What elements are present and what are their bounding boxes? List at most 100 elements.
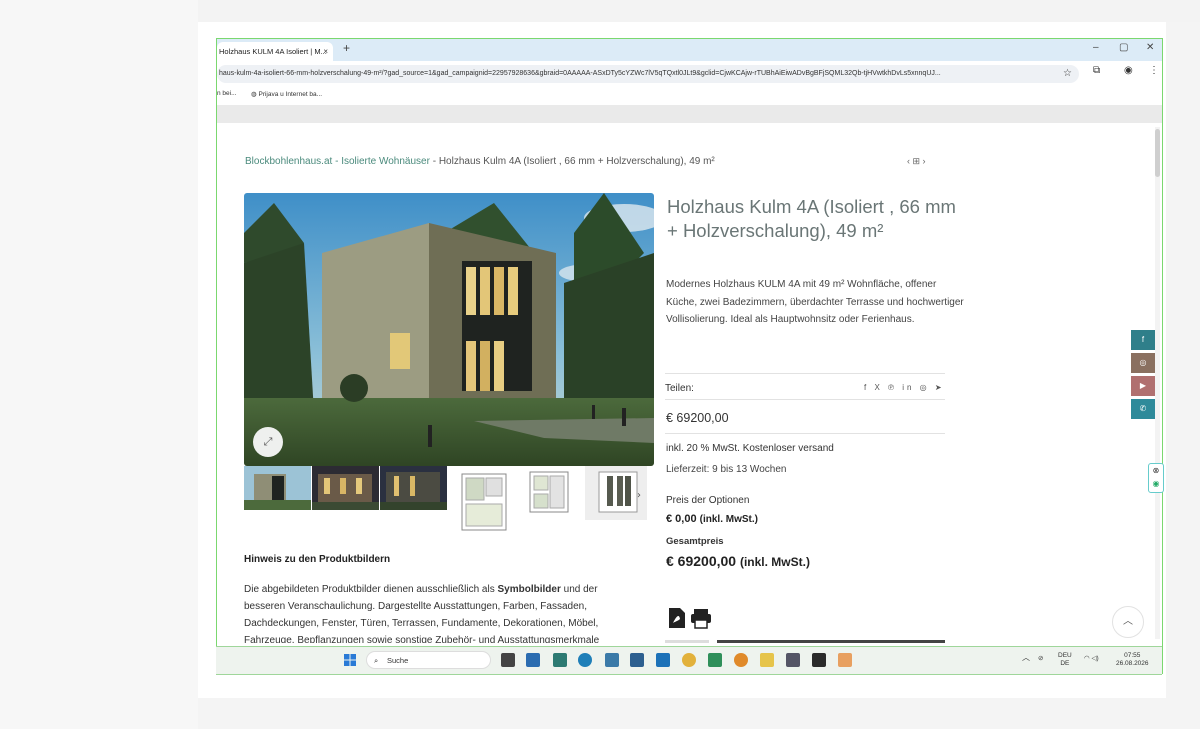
breadcrumb-category-link[interactable]: Isolierte Wohnäuser — [341, 156, 430, 167]
close-icon[interactable]: ⊗ — [1149, 464, 1163, 477]
share-icons: f X ℗ in ◎ ➤ — [864, 383, 945, 392]
scrollbar-thumb[interactable] — [1155, 129, 1160, 177]
page-scrollbar[interactable] — [1155, 127, 1160, 639]
divider — [665, 373, 945, 374]
network-icon[interactable]: ⊘ — [1038, 655, 1043, 663]
clock-time: 07:55 — [1124, 652, 1141, 659]
tab-close-icon[interactable]: × — [323, 42, 328, 61]
windows-taskbar: ⌕ Suche ︿ ⊘ DEU DE ◠ ◁) 07:55 26.08.2026 — [216, 646, 1162, 675]
tray-chevron-icon[interactable]: ︿ — [1022, 654, 1030, 662]
thumbnail-5-floorplan[interactable] — [516, 466, 583, 526]
document-actions — [667, 607, 719, 634]
clock-date: 26.08.2026 — [1116, 660, 1149, 667]
options-price: € 0,00 (inkl. MwSt.) — [666, 513, 758, 525]
folder-icon[interactable] — [760, 653, 774, 667]
page-top-strip — [217, 105, 1162, 123]
breadcrumb-separator: - — [332, 156, 342, 167]
hint-title: Hinweis zu den Produktbildern — [244, 554, 391, 565]
address-bar[interactable]: haus-kulm-4a-isoliert-66-mm-holzverschal… — [217, 65, 1079, 83]
total-price: € 69200,00 (inkl. MwSt.) — [666, 553, 810, 569]
linkedin-share-icon[interactable]: in — [902, 383, 914, 392]
pdf-and-print-icons[interactable] — [667, 607, 719, 629]
instagram-side-icon[interactable]: ◎ — [1131, 353, 1155, 373]
product-main-image[interactable] — [244, 193, 654, 466]
clock[interactable]: 07:55 26.08.2026 — [1116, 652, 1149, 668]
maximize-button[interactable]: ▢ — [1119, 42, 1128, 53]
search-label: Suche — [387, 656, 409, 665]
product-nav-arrows[interactable]: ‹ ⊞ › — [907, 156, 926, 167]
monitor-app-icon[interactable] — [605, 653, 619, 667]
tab-bar: Holzhaus KULM 4A Isoliert | M... × + – ▢… — [217, 39, 1162, 61]
extensions-icon[interactable]: ⧉ — [1093, 65, 1100, 76]
divider — [665, 399, 945, 400]
product-description: Modernes Holzhaus KULM 4A mit 49 m² Wohn… — [666, 279, 964, 325]
browser-window: Holzhaus KULM 4A Isoliert | M... × + – ▢… — [216, 38, 1163, 674]
tab-title: Holzhaus KULM 4A Isoliert | M... — [219, 47, 327, 56]
widget-icon[interactable]: ◉ — [1149, 477, 1163, 490]
thumbnail-1[interactable] — [244, 466, 311, 510]
product-title: Holzhaus Kulm 4A (Isoliert , 66 mm + Hol… — [667, 196, 956, 241]
total-price-label: Gesamtpreis — [666, 536, 724, 547]
x-share-icon[interactable]: X — [874, 383, 882, 392]
edge-icon[interactable] — [578, 653, 592, 667]
wifi-volume-icons[interactable]: ◠ ◁) — [1084, 655, 1099, 663]
divider — [665, 433, 945, 434]
bookmark-star-icon[interactable]: ☆ — [1063, 65, 1072, 83]
minimize-button[interactable]: – — [1093, 42, 1099, 53]
hint-text-start: Die abgebildeten Produktbilder dienen au… — [244, 584, 498, 595]
pinterest-share-icon[interactable]: ℗ — [888, 383, 897, 392]
teams-icon[interactable] — [526, 653, 540, 667]
total-price-value: € 69200,00 — [666, 553, 737, 569]
firefox-icon[interactable] — [734, 653, 748, 667]
windows-start-icon[interactable] — [344, 654, 356, 666]
breadcrumb-separator: - — [429, 156, 439, 167]
excel-icon[interactable] — [708, 653, 722, 667]
telegram-share-icon[interactable]: ➤ — [935, 383, 945, 392]
lang-layout: DE — [1060, 660, 1070, 667]
bookmarks-bar: n bei... ◍ Prijava u Internet ba... — [217, 87, 1162, 103]
address-row: haus-kulm-4a-isoliert-66-mm-holzverschal… — [217, 61, 1162, 87]
youtube-side-icon[interactable]: ▶ — [1131, 376, 1155, 396]
scan-margin-left — [0, 0, 198, 729]
floating-widget[interactable]: ⊗ ◉ — [1148, 463, 1164, 493]
profile-icon[interactable]: ◉ — [1124, 65, 1133, 76]
thumbnail-2[interactable] — [312, 466, 379, 510]
scroll-to-top-button[interactable]: ︿ — [1112, 606, 1144, 638]
product-price: € 69200,00 — [666, 411, 729, 425]
app-icon[interactable] — [553, 653, 567, 667]
language-indicator[interactable]: DEU DE — [1058, 652, 1072, 668]
total-price-suffix: (inkl. MwSt.) — [739, 555, 810, 569]
thumbnail-4-floorplan[interactable] — [448, 466, 515, 536]
facebook-side-icon[interactable]: f — [1131, 330, 1155, 350]
search-icon: ⌕ — [374, 656, 379, 665]
app-icon[interactable] — [838, 653, 852, 667]
task-view-icon[interactable] — [501, 653, 515, 667]
browser-tab[interactable]: Holzhaus KULM 4A Isoliert | M... × — [217, 42, 333, 61]
breadcrumb-home-link[interactable]: Blockbohlenhaus.at — [245, 156, 332, 167]
app-icon[interactable] — [630, 653, 644, 667]
app-icon[interactable] — [786, 653, 800, 667]
bookmark-item[interactable]: n bei... — [217, 90, 237, 97]
hint-text-bold: Symbolbilder — [497, 584, 561, 595]
whatsapp-share-icon[interactable]: ◎ — [920, 383, 930, 392]
new-tab-button[interactable]: + — [343, 41, 350, 55]
breadcrumb: Blockbohlenhaus.at - Isolierte Wohnäuser… — [245, 156, 715, 167]
breadcrumb-current: Holzhaus Kulm 4A (Isoliert , 66 mm + Hol… — [438, 156, 715, 167]
hint-text: Die abgebildeten Produktbilder dienen au… — [244, 581, 624, 643]
tax-info: inkl. 20 % MwSt. Kostenloser versand — [666, 443, 834, 454]
chrome-icon[interactable] — [682, 653, 696, 667]
bookmark-item[interactable]: ◍ Prijava u Internet ba... — [251, 90, 322, 98]
lang-code: DEU — [1058, 652, 1072, 659]
whatsapp-side-icon[interactable]: ✆ — [1131, 399, 1155, 419]
menu-icon[interactable]: ⋮ — [1149, 65, 1159, 76]
options-price-suffix: (inkl. MwSt.) — [699, 514, 758, 525]
taskbar-search[interactable]: ⌕ Suche — [366, 651, 491, 669]
zoom-expand-icon[interactable]: ⤢ — [253, 427, 283, 457]
store-icon[interactable] — [656, 653, 670, 667]
close-window-button[interactable]: ✕ — [1146, 42, 1154, 53]
thumbnail-6-elevation[interactable]: › — [585, 466, 647, 520]
app-icon[interactable] — [812, 653, 826, 667]
facebook-share-icon[interactable]: f — [864, 383, 869, 392]
thumbnail-3[interactable] — [380, 466, 447, 510]
page-content: Blockbohlenhaus.at - Isolierte Wohnäuser… — [217, 123, 1157, 643]
